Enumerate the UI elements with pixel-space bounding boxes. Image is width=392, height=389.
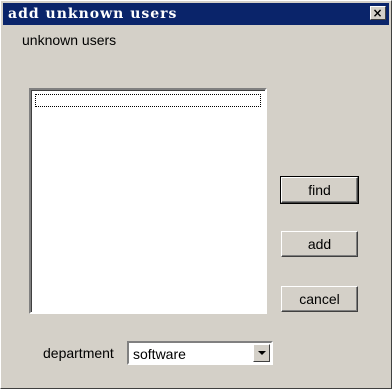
department-select[interactable]: software bbox=[127, 341, 273, 365]
window-title: add unknown users bbox=[8, 6, 178, 22]
chevron-down-icon[interactable] bbox=[253, 344, 270, 362]
department-value: software bbox=[133, 346, 186, 362]
title-bar[interactable]: add unknown users × bbox=[3, 3, 389, 25]
list-focus-row[interactable] bbox=[35, 94, 261, 107]
add-button[interactable]: add bbox=[281, 231, 358, 257]
dialog-window: add unknown users × unknown users find a… bbox=[0, 0, 392, 389]
department-label: department bbox=[43, 345, 114, 361]
close-icon: × bbox=[372, 6, 384, 20]
unknown-users-label: unknown users bbox=[22, 32, 117, 48]
unknown-users-list[interactable] bbox=[29, 88, 267, 314]
close-button[interactable]: × bbox=[370, 6, 386, 20]
cancel-button[interactable]: cancel bbox=[281, 286, 358, 312]
find-button[interactable]: find bbox=[280, 176, 359, 204]
